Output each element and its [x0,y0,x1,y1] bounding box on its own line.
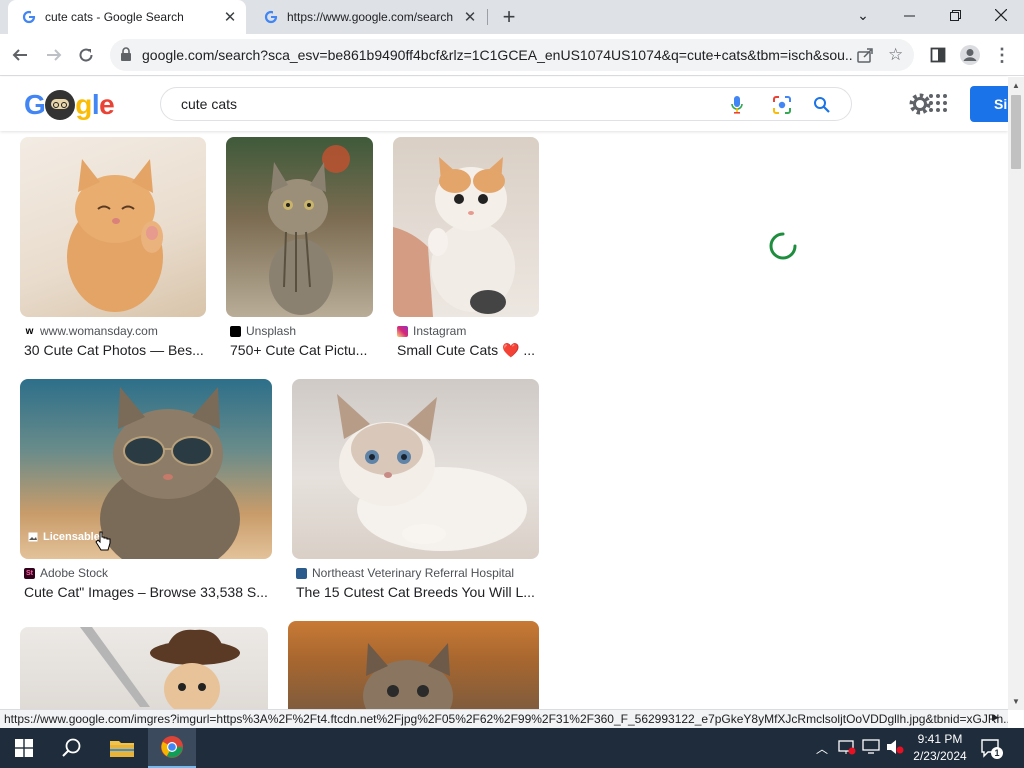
tab-strip: cute cats - Google Search ✕ https://www.… [0,0,1024,34]
google-favicon-icon [22,10,36,24]
forward-button[interactable] [40,41,68,69]
source-label: Unsplash [246,324,297,338]
search-query: cute cats [181,96,238,112]
result-title[interactable]: 30 Cute Cat Photos — Bes... [24,342,206,358]
tab-title: https://www.google.com/search [287,10,454,24]
tab-separator [487,9,488,25]
tab-title: cute cats - Google Search [45,10,184,24]
image-result[interactable]: Licensable St Adobe Stock Cute Cat" Imag… [20,379,272,605]
search-icon[interactable] [812,95,832,115]
image-result[interactable] [20,627,268,709]
result-source[interactable]: St Adobe Stock [24,566,108,580]
chrome-taskbar-icon[interactable] [148,728,196,768]
tray-clock[interactable]: 9:41 PM 2/23/2024 [912,731,968,765]
result-source[interactable]: Instagram [397,324,466,338]
close-window-button[interactable] [978,0,1024,30]
result-source[interactable]: w www.womansday.com [24,324,158,338]
image-result[interactable] [288,621,539,709]
tray-display-icon[interactable] [862,739,880,760]
image-result[interactable]: Unsplash 750+ Cute Cat Pictu... [226,137,373,363]
bookmark-star-icon[interactable]: ☆ [888,45,903,65]
search-input[interactable]: cute cats [160,87,852,121]
reload-button[interactable] [72,41,100,69]
tray-volume-muted-icon[interactable] [886,739,904,760]
status-scroll-right-icon[interactable]: ▶ [992,712,999,723]
result-title[interactable]: 750+ Cute Cat Pictu... [230,342,373,358]
scroll-down-arrow-icon[interactable]: ▼ [1012,697,1020,706]
close-tab-icon[interactable]: ✕ [220,7,240,27]
google-lens-icon[interactable] [772,95,792,115]
result-thumbnail[interactable] [393,137,539,317]
source-label: www.womansday.com [40,324,158,338]
tab-google-search-url[interactable]: https://www.google.com/search ✕ [250,0,486,34]
source-label: Adobe Stock [40,566,109,580]
taskbar-search-icon[interactable] [48,728,96,768]
scrollbar-thumb[interactable] [1011,95,1021,169]
restore-button[interactable] [932,0,978,30]
sign-in-button[interactable]: Si [970,86,1010,122]
share-icon[interactable] [856,46,874,69]
image-result[interactable]: Northeast Veterinary Referral Hospital T… [292,379,539,605]
back-button[interactable] [6,41,34,69]
adobe-stock-icon: St [24,567,35,579]
address-bar[interactable]: google.com/search?sca_esv=be861b9490ff4b… [110,39,914,71]
image-results-grid: w www.womansday.com 30 Cute Cat Photos —… [0,131,1008,709]
lock-icon[interactable] [120,47,132,61]
file-explorer-icon[interactable] [98,728,146,768]
result-source[interactable]: Northeast Veterinary Referral Hospital [296,566,514,580]
profile-avatar-icon[interactable] [956,41,984,69]
google-doodle-logo[interactable]: Ggle [24,89,115,121]
clock-time: 9:41 PM [917,732,963,746]
close-tab-icon[interactable]: ✕ [460,7,480,27]
scroll-up-arrow-icon[interactable]: ▲ [1012,81,1020,90]
google-favicon-icon [264,10,278,24]
browser-toolbar: google.com/search?sca_esv=be861b9490ff4b… [0,34,1024,76]
google-header: Ggle cute cats Si [0,77,1010,131]
result-thumbnail[interactable] [292,379,539,559]
result-source[interactable]: Unsplash [230,324,296,338]
image-result[interactable]: Instagram Small Cute Cats ❤️ ... [393,137,539,363]
google-apps-icon[interactable] [928,93,948,118]
tab-search-icon[interactable]: ⌄ [840,0,886,30]
hand-cursor-icon [95,531,111,556]
womansday-icon: w [24,325,35,337]
result-thumbnail[interactable] [20,627,268,709]
image-icon [28,532,38,542]
source-label: Instagram [413,324,467,338]
tray-overflow-chevron-icon[interactable]: ︿ [816,740,828,757]
source-label: Northeast Veterinary Referral Hospital [312,566,515,580]
hospital-icon [296,567,307,579]
instagram-icon [397,325,408,337]
tray-network-icon[interactable] [838,739,856,760]
result-title[interactable]: The 15 Cutest Cat Breeds You Will L... [296,584,539,600]
result-thumbnail[interactable] [288,621,539,709]
new-tab-button[interactable]: + [497,4,521,29]
badge-label: Licensable [43,531,100,543]
vertical-scrollbar[interactable]: ▲ ▼ [1008,77,1024,710]
windows-taskbar: ︿ 9:41 PM 2/23/2024 1 [0,728,1024,768]
result-thumbnail[interactable]: Licensable [20,379,272,559]
unsplash-icon [230,325,241,337]
image-result[interactable]: w www.womansday.com 30 Cute Cat Photos —… [20,137,206,363]
result-title[interactable]: Small Cute Cats ❤️ ... [397,342,539,359]
loading-spinner-icon [768,231,798,261]
notification-count-badge: 1 [991,747,1003,759]
tab-cute-cats[interactable]: cute cats - Google Search ✕ [8,0,246,34]
status-url: https://www.google.com/imgres?imgurl=htt… [4,712,1008,726]
chrome-menu-icon[interactable]: ⋮ [988,41,1016,69]
clock-date: 2/23/2024 [913,749,967,763]
windows-start-icon[interactable] [0,728,48,768]
result-thumbnail[interactable] [226,137,373,317]
voice-search-icon[interactable] [727,95,747,115]
licensable-badge: Licensable [28,531,100,543]
url-text: google.com/search?sca_esv=be861b9490ff4b… [142,47,852,63]
minimize-button[interactable] [886,0,932,30]
result-title[interactable]: Cute Cat" Images – Browse 33,538 S... [24,584,272,600]
side-panel-icon[interactable] [924,41,952,69]
status-bar: https://www.google.com/imgres?imgurl=htt… [0,709,1008,728]
result-thumbnail[interactable] [20,137,206,317]
action-center-icon[interactable]: 1 [980,738,1003,763]
